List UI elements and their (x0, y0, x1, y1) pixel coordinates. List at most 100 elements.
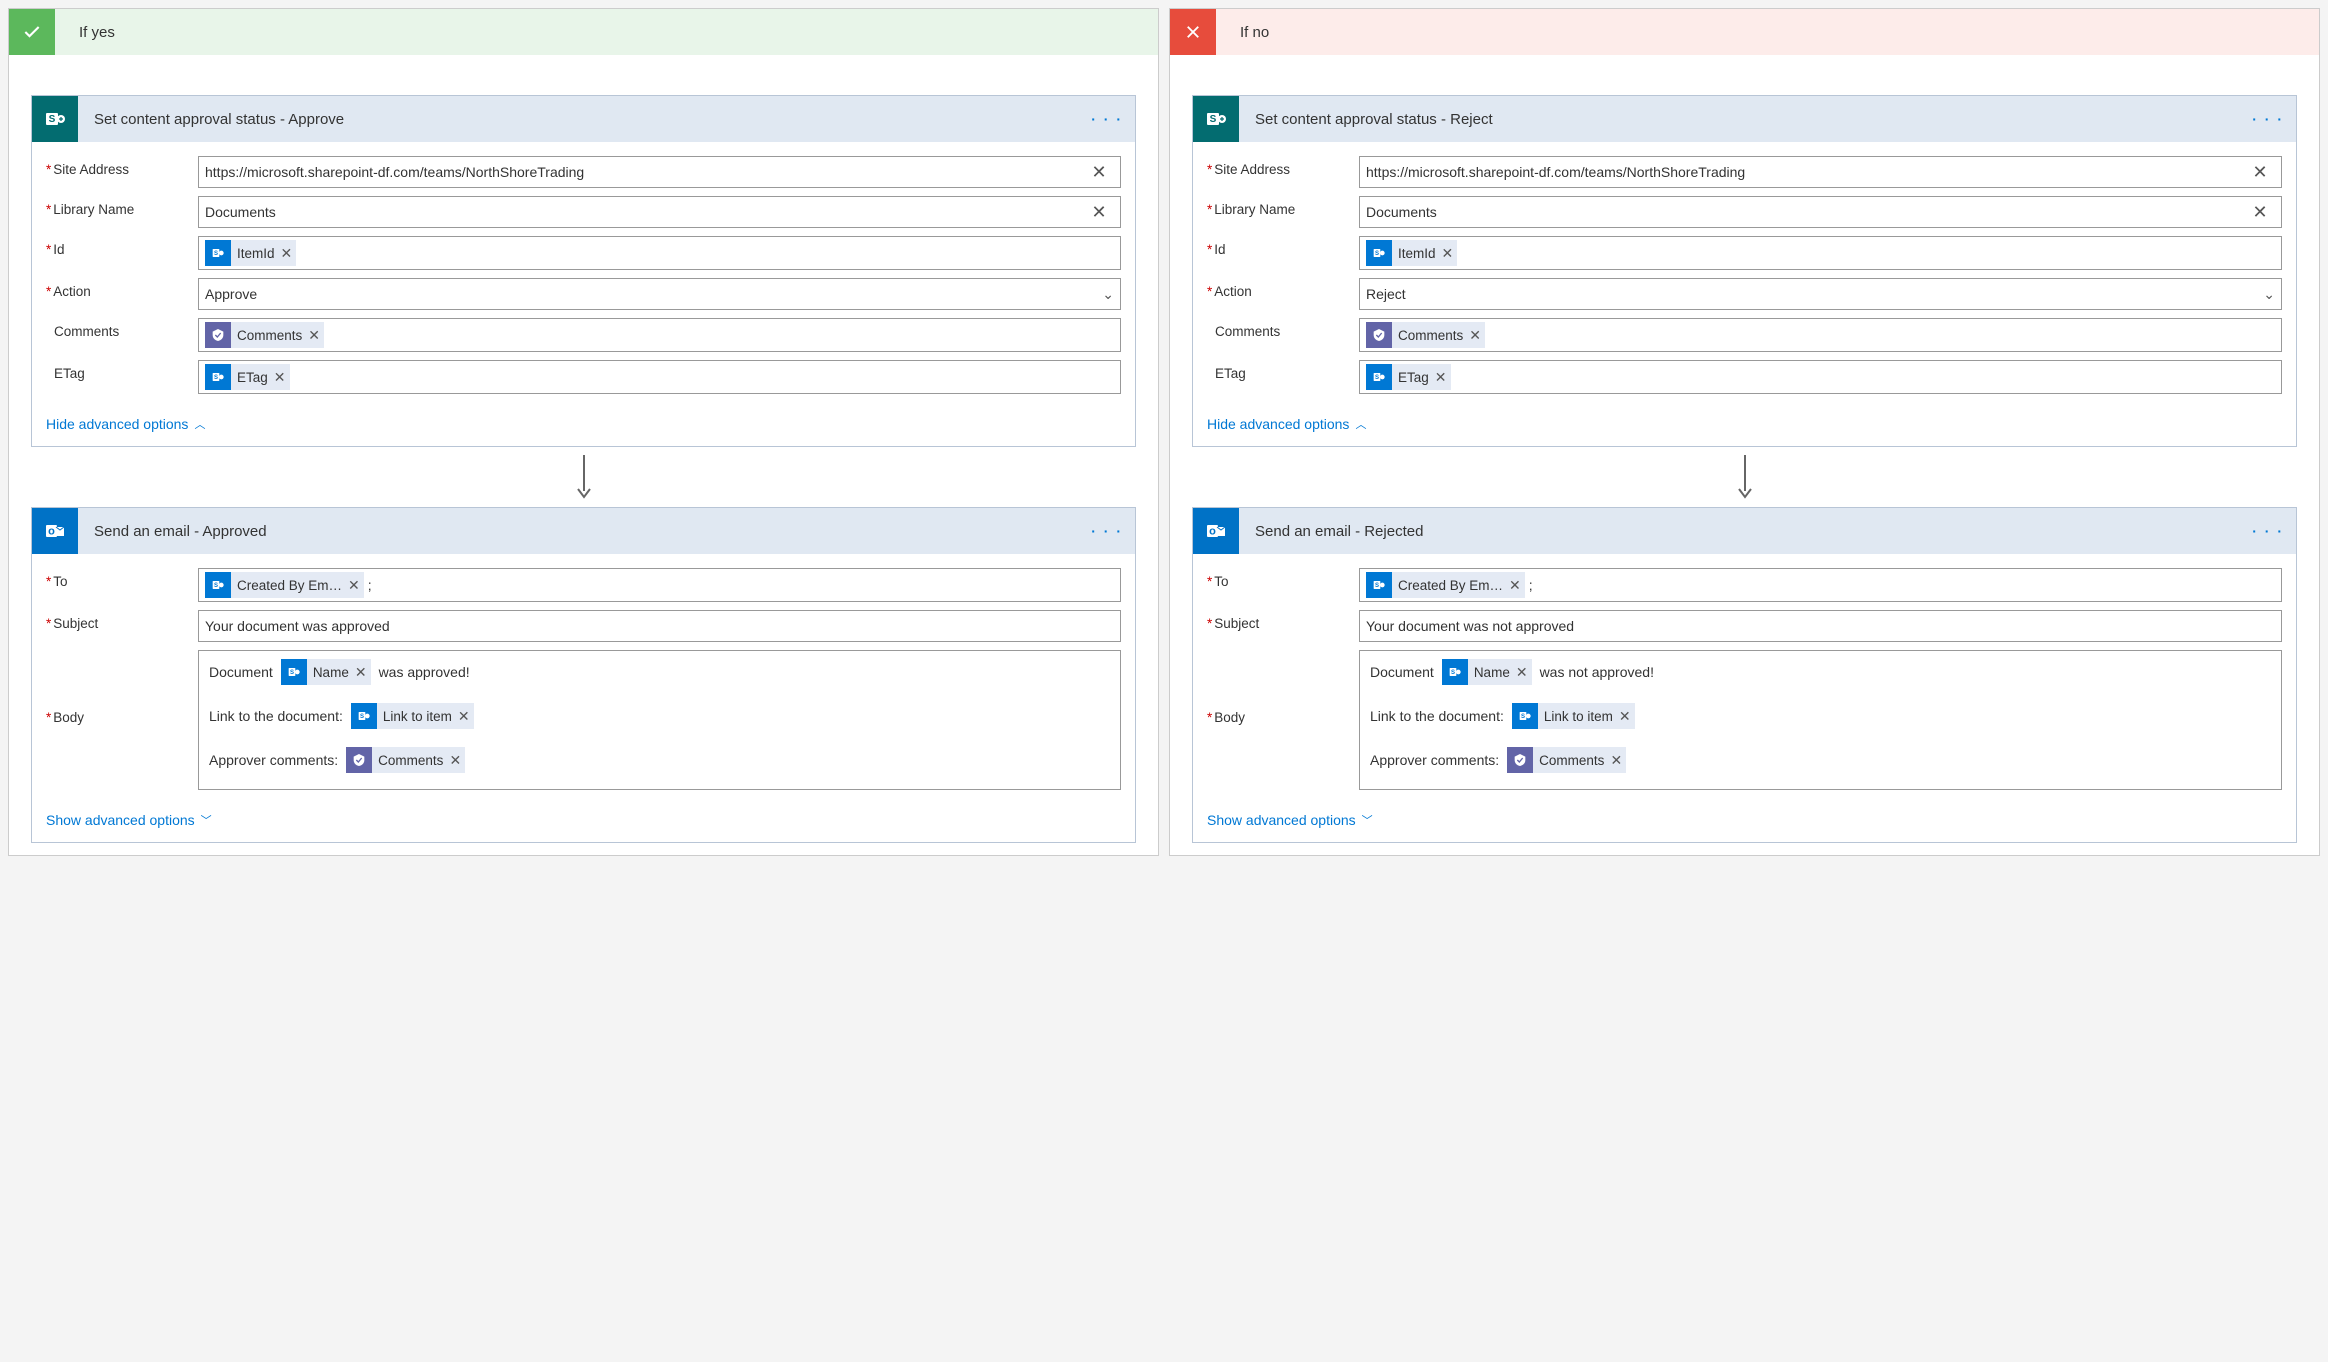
email-approved-header[interactable]: o Send an email - Approved · · · (32, 508, 1135, 554)
site-address-input[interactable]: https://microsoft.sharepoint-df.com/team… (1359, 156, 2282, 188)
more-icon[interactable]: · · · (1091, 111, 1123, 127)
created-by-email-token[interactable]: S Created By Em… ✕ (205, 572, 364, 598)
id-label: Id (1207, 236, 1359, 257)
id-input[interactable]: S ItemId ✕ (198, 236, 1121, 270)
sharepoint-token-icon: S (1366, 572, 1392, 598)
clear-icon[interactable]: ✕ (2245, 202, 2275, 223)
sharepoint-icon: S (32, 96, 78, 142)
email-approved-title: Send an email - Approved (94, 523, 1091, 540)
chevron-down-icon[interactable]: ⌄ (1084, 286, 1114, 303)
library-name-input[interactable]: Documents ✕ (1359, 196, 2282, 228)
more-icon[interactable]: · · · (2252, 523, 2284, 539)
connector-arrow (1192, 447, 2297, 507)
etag-input[interactable]: S ETag ✕ (1359, 360, 2282, 394)
etag-label: ETag (1207, 360, 1359, 381)
to-label: To (1207, 568, 1359, 589)
library-name-input[interactable]: Documents ✕ (198, 196, 1121, 228)
etag-input[interactable]: S ETag ✕ (198, 360, 1121, 394)
itemid-token[interactable]: S ItemId ✕ (1366, 240, 1457, 266)
remove-token-icon[interactable]: ✕ (1509, 577, 1521, 594)
remove-token-icon[interactable]: ✕ (449, 752, 461, 769)
action-label: Action (46, 278, 198, 299)
action-select[interactable]: Reject ⌄ (1359, 278, 2282, 310)
subject-input[interactable]: Your document was not approved (1359, 610, 2282, 642)
svg-text:S: S (1375, 583, 1379, 589)
to-input[interactable]: S Created By Em… ✕ ; (1359, 568, 2282, 602)
remove-token-icon[interactable]: ✕ (1469, 327, 1481, 344)
action-select[interactable]: Approve ⌄ (198, 278, 1121, 310)
remove-token-icon[interactable]: ✕ (1610, 752, 1622, 769)
reject-status-card: S Set content approval status - Reject ·… (1192, 95, 2297, 447)
email-rejected-header[interactable]: o Send an email - Rejected · · · (1193, 508, 2296, 554)
site-address-input[interactable]: https://microsoft.sharepoint-df.com/team… (198, 156, 1121, 188)
chevron-up-icon: ︿ (194, 416, 205, 432)
comments-token[interactable]: Comments ✕ (346, 747, 465, 773)
name-token[interactable]: S Name ✕ (281, 659, 371, 685)
comments-token[interactable]: Comments ✕ (1366, 322, 1485, 348)
remove-token-icon[interactable]: ✕ (274, 369, 286, 386)
site-address-label: Site Address (46, 156, 198, 177)
comments-input[interactable]: Comments ✕ (198, 318, 1121, 352)
chevron-down-icon[interactable]: ⌄ (2245, 286, 2275, 303)
comments-token[interactable]: Comments ✕ (205, 322, 324, 348)
checkmark-icon (9, 9, 55, 55)
remove-token-icon[interactable]: ✕ (1435, 369, 1447, 386)
to-label: To (46, 568, 198, 589)
email-approved-card: o Send an email - Approved · · · To S Cr… (31, 507, 1136, 843)
hide-advanced-link[interactable]: Hide advanced options ︿ (32, 408, 219, 446)
comments-label: Comments (1207, 318, 1359, 339)
body-input[interactable]: Document S Name ✕ was approved! Link to … (198, 650, 1121, 790)
remove-token-icon[interactable]: ✕ (281, 245, 293, 262)
remove-token-icon[interactable]: ✕ (348, 577, 360, 594)
clear-icon[interactable]: ✕ (1084, 162, 1114, 183)
hide-advanced-link[interactable]: Hide advanced options ︿ (1193, 408, 1380, 446)
body-input[interactable]: Document S Name ✕ was not approved! Link… (1359, 650, 2282, 790)
link-to-item-token[interactable]: S Link to item ✕ (1512, 703, 1635, 729)
remove-token-icon[interactable]: ✕ (308, 327, 320, 344)
svg-text:S: S (1210, 114, 1217, 125)
remove-token-icon[interactable]: ✕ (1516, 664, 1528, 681)
if-no-header: If no (1170, 9, 2319, 55)
sharepoint-token-icon: S (351, 703, 377, 729)
show-advanced-link[interactable]: Show advanced options ﹀ (1193, 804, 1387, 842)
clear-icon[interactable]: ✕ (2245, 162, 2275, 183)
remove-token-icon[interactable]: ✕ (458, 708, 470, 725)
approvals-token-icon (346, 747, 372, 773)
remove-token-icon[interactable]: ✕ (355, 664, 367, 681)
comments-token[interactable]: Comments ✕ (1507, 747, 1626, 773)
sharepoint-token-icon: S (1512, 703, 1538, 729)
subject-input[interactable]: Your document was approved (198, 610, 1121, 642)
if-no-body: S Set content approval status - Reject ·… (1170, 55, 2319, 855)
to-input[interactable]: S Created By Em… ✕ ; (198, 568, 1121, 602)
etag-token[interactable]: S ETag ✕ (1366, 364, 1451, 390)
svg-text:o: o (48, 526, 55, 538)
svg-text:S: S (1375, 375, 1379, 381)
sharepoint-icon: S (1193, 96, 1239, 142)
comments-input[interactable]: Comments ✕ (1359, 318, 2282, 352)
if-no-label: If no (1240, 24, 1269, 41)
approve-status-header[interactable]: S Set content approval status - Approve … (32, 96, 1135, 142)
remove-token-icon[interactable]: ✕ (1619, 708, 1631, 725)
sharepoint-token-icon: S (281, 659, 307, 685)
more-icon[interactable]: · · · (2252, 111, 2284, 127)
remove-token-icon[interactable]: ✕ (1442, 245, 1454, 262)
library-name-label: Library Name (1207, 196, 1359, 217)
reject-status-header[interactable]: S Set content approval status - Reject ·… (1193, 96, 2296, 142)
name-token[interactable]: S Name ✕ (1442, 659, 1532, 685)
approvals-token-icon (1507, 747, 1533, 773)
svg-text:S: S (214, 583, 218, 589)
clear-icon[interactable]: ✕ (1084, 202, 1114, 223)
comments-label: Comments (46, 318, 198, 339)
etag-token[interactable]: S ETag ✕ (205, 364, 290, 390)
sharepoint-token-icon: S (205, 572, 231, 598)
itemid-token[interactable]: S ItemId ✕ (205, 240, 296, 266)
more-icon[interactable]: · · · (1091, 523, 1123, 539)
reject-status-title: Set content approval status - Reject (1255, 111, 2252, 128)
sharepoint-token-icon: S (1442, 659, 1468, 685)
created-by-email-token[interactable]: S Created By Em… ✕ (1366, 572, 1525, 598)
body-label: Body (46, 650, 198, 725)
connector-arrow (31, 447, 1136, 507)
link-to-item-token[interactable]: S Link to item ✕ (351, 703, 474, 729)
id-input[interactable]: S ItemId ✕ (1359, 236, 2282, 270)
show-advanced-link[interactable]: Show advanced options ﹀ (32, 804, 226, 842)
